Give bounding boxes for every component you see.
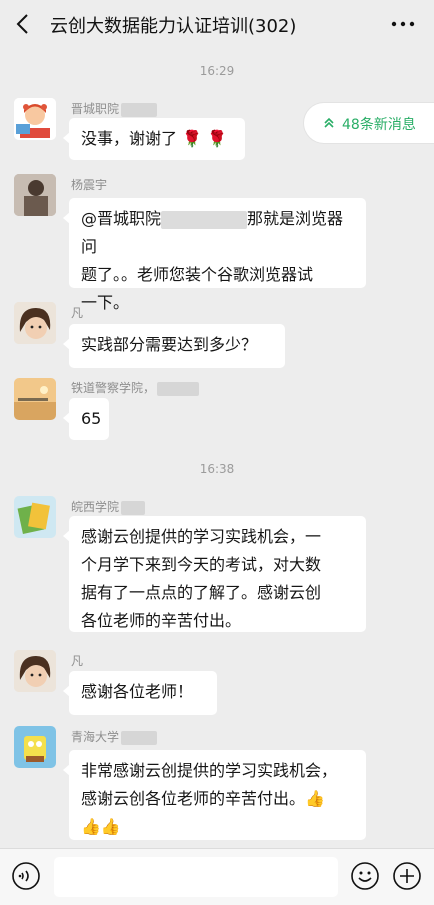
message-bubble[interactable]: @晋城职院 那就是浏览器问 题了。。老师您装个谷歌浏览器试 一下。 — [63, 198, 366, 312]
message-bubble[interactable]: 感谢云创提供的学习实践机会，一 个月学下来到今天的考试，对大数 据有了一点点的了… — [63, 516, 366, 632]
sender-name: 凡 — [71, 654, 84, 668]
message-bubble[interactable]: 非常感谢云创提供的学习实践机会， 感谢云创各位老师的辛苦付出。👍 👍👍 — [63, 750, 366, 840]
avatar-child-icon — [14, 650, 56, 692]
avatar[interactable] — [14, 496, 56, 538]
avatar-book-icon — [14, 496, 56, 538]
plus-icon[interactable] — [392, 861, 422, 891]
avatar-child-icon — [14, 302, 56, 344]
avatar-cartoon-icon — [14, 726, 56, 768]
double-chevron-up-icon — [324, 117, 334, 128]
avatar[interactable] — [14, 98, 56, 140]
avatar[interactable] — [14, 378, 56, 420]
new-messages-button[interactable]: 48条新消息 — [304, 103, 434, 143]
emoji-icon[interactable] — [350, 861, 380, 891]
message-bubble[interactable]: 感谢各位老师！ — [63, 671, 217, 715]
avatar-girl-icon — [14, 98, 56, 140]
avatar[interactable] — [14, 726, 56, 768]
sender-name: 皖西学院 — [71, 498, 146, 515]
back-arrow-icon[interactable] — [12, 12, 36, 36]
message-bubble[interactable]: 实践部分需要达到多少？ — [63, 324, 285, 368]
avatar-photo-icon — [14, 174, 56, 216]
sender-name: 铁道警察学院， — [71, 379, 200, 396]
message-bubble[interactable]: 65 — [63, 398, 109, 440]
chat-title: 云创大数据能力认证培训(302) — [50, 16, 297, 37]
message-bubble[interactable]: 没事，谢谢了 🌹 🌹 — [63, 118, 245, 160]
avatar-landscape-icon — [14, 378, 56, 420]
timestamp: 16:38 — [199, 462, 235, 476]
timestamp: 16:29 — [199, 64, 235, 78]
avatar[interactable] — [14, 174, 56, 216]
avatar[interactable] — [14, 302, 56, 344]
thumbs-up-icon: 👍👍 — [81, 817, 121, 836]
voice-icon[interactable] — [11, 861, 41, 891]
sender-name: 凡 — [71, 306, 84, 320]
more-dots-icon[interactable] — [390, 16, 416, 32]
thumbs-up-icon: 👍 — [305, 789, 325, 808]
sender-name: 杨震宇 — [71, 178, 108, 192]
message-input[interactable] — [54, 857, 338, 897]
input-bar — [0, 848, 434, 905]
sender-name: 青海大学 — [71, 728, 158, 745]
chat-header: 云创大数据能力认证培训(302) — [0, 0, 434, 50]
avatar[interactable] — [14, 650, 56, 692]
new-messages-label: 48条新消息 — [342, 117, 416, 133]
rose-icon: 🌹 🌹 — [182, 129, 228, 148]
sender-name: 晋城职院 — [71, 100, 158, 117]
